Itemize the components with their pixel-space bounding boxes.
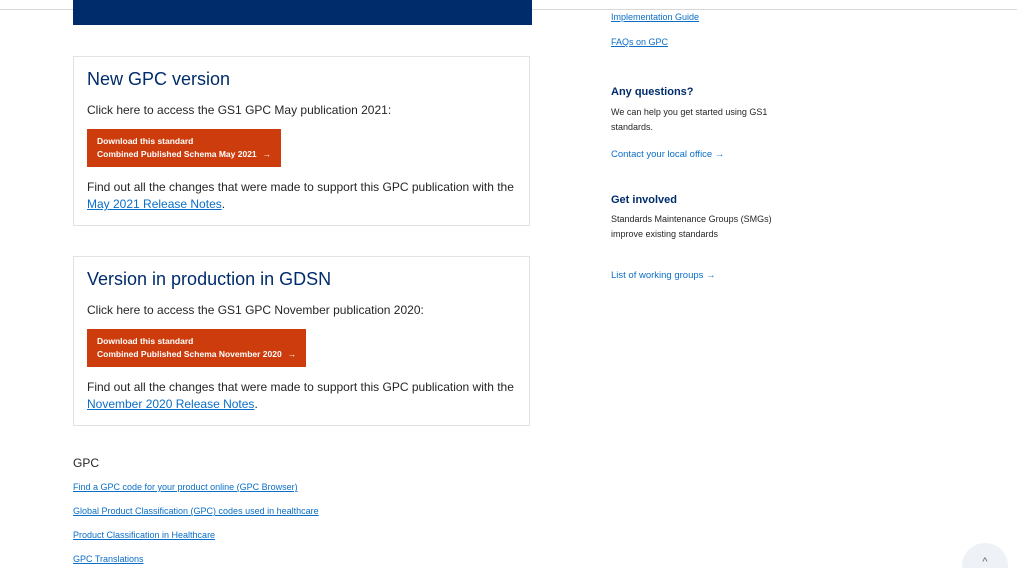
working-groups-link-label: List of working groups (611, 270, 704, 281)
release-notes-suffix: . (221, 197, 226, 211)
card-title: Version in production in GDSN (87, 269, 332, 289)
product-classification-healthcare-link[interactable]: Product Classification in Healthcare (73, 530, 319, 554)
contact-link-label: Contact your local office (611, 149, 713, 160)
working-groups-link[interactable]: List of working groups → (611, 270, 716, 281)
button-label-line1: Download this standard (97, 336, 194, 346)
release-notes-prefix: Find out all the changes that were made … (87, 180, 514, 194)
implementation-guide-link[interactable]: Implementation Guide (611, 12, 699, 22)
chevron-up-icon: ^ (982, 556, 988, 568)
hero-banner-bottom (73, 0, 532, 25)
get-involved-text: Standards Maintenance Groups (SMGs) impr… (611, 214, 772, 239)
new-gpc-version-card: New GPC version Click here to access the… (73, 56, 530, 226)
arrow-right-icon: → (287, 349, 297, 359)
november-2020-release-notes-link[interactable]: November 2020 Release Notes (87, 397, 254, 411)
download-november-2020-button[interactable]: Download this standard Combined Publishe… (87, 329, 307, 367)
may-2021-release-notes-link[interactable]: May 2021 Release Notes (87, 197, 222, 211)
card-title: New GPC version (87, 69, 231, 89)
button-label-line2: Combined Published Schema May 2021 (97, 149, 257, 159)
button-label-line2: Combined Published Schema November 2020 (97, 349, 282, 359)
card-intro-text: Click here to access the GS1 GPC May pub… (87, 103, 392, 117)
release-notes-prefix: Find out all the changes that were made … (87, 380, 514, 394)
scroll-to-top-button[interactable]: ^ (962, 543, 1008, 568)
arrow-right-icon: → (262, 149, 272, 159)
release-notes-text: Find out all the changes that were made … (87, 379, 527, 413)
release-notes-text: Find out all the changes that were made … (87, 179, 527, 213)
page: New GPC version Click here to access the… (0, 0, 1017, 568)
faqs-link[interactable]: FAQs on GPC (611, 37, 668, 47)
arrow-right-icon: → (706, 270, 716, 281)
arrow-right-icon: → (714, 149, 725, 160)
gpc-translations-link[interactable]: GPC Translations (73, 554, 319, 568)
any-questions-text: We can help you get started using GS1 st… (611, 107, 768, 132)
contact-local-office-link[interactable]: Contact your local office → (611, 149, 724, 160)
release-notes-suffix: . (254, 397, 258, 411)
get-involved-heading: Get involved (611, 194, 678, 206)
button-label-line1: Download this standard (97, 136, 194, 146)
gpc-link-list: Find a GPC code for your product online … (73, 482, 319, 568)
gpc-section-heading: GPC (73, 456, 100, 470)
gdsn-version-card: Version in production in GDSN Click here… (73, 256, 530, 426)
gpc-healthcare-codes-link[interactable]: Global Product Classification (GPC) code… (73, 506, 319, 530)
any-questions-heading: Any questions? (611, 86, 694, 98)
download-may-2021-button[interactable]: Download this standard Combined Publishe… (87, 129, 282, 167)
gpc-browser-link[interactable]: Find a GPC code for your product online … (73, 482, 319, 506)
card-intro-text: Click here to access the GS1 GPC Novembe… (87, 303, 424, 317)
